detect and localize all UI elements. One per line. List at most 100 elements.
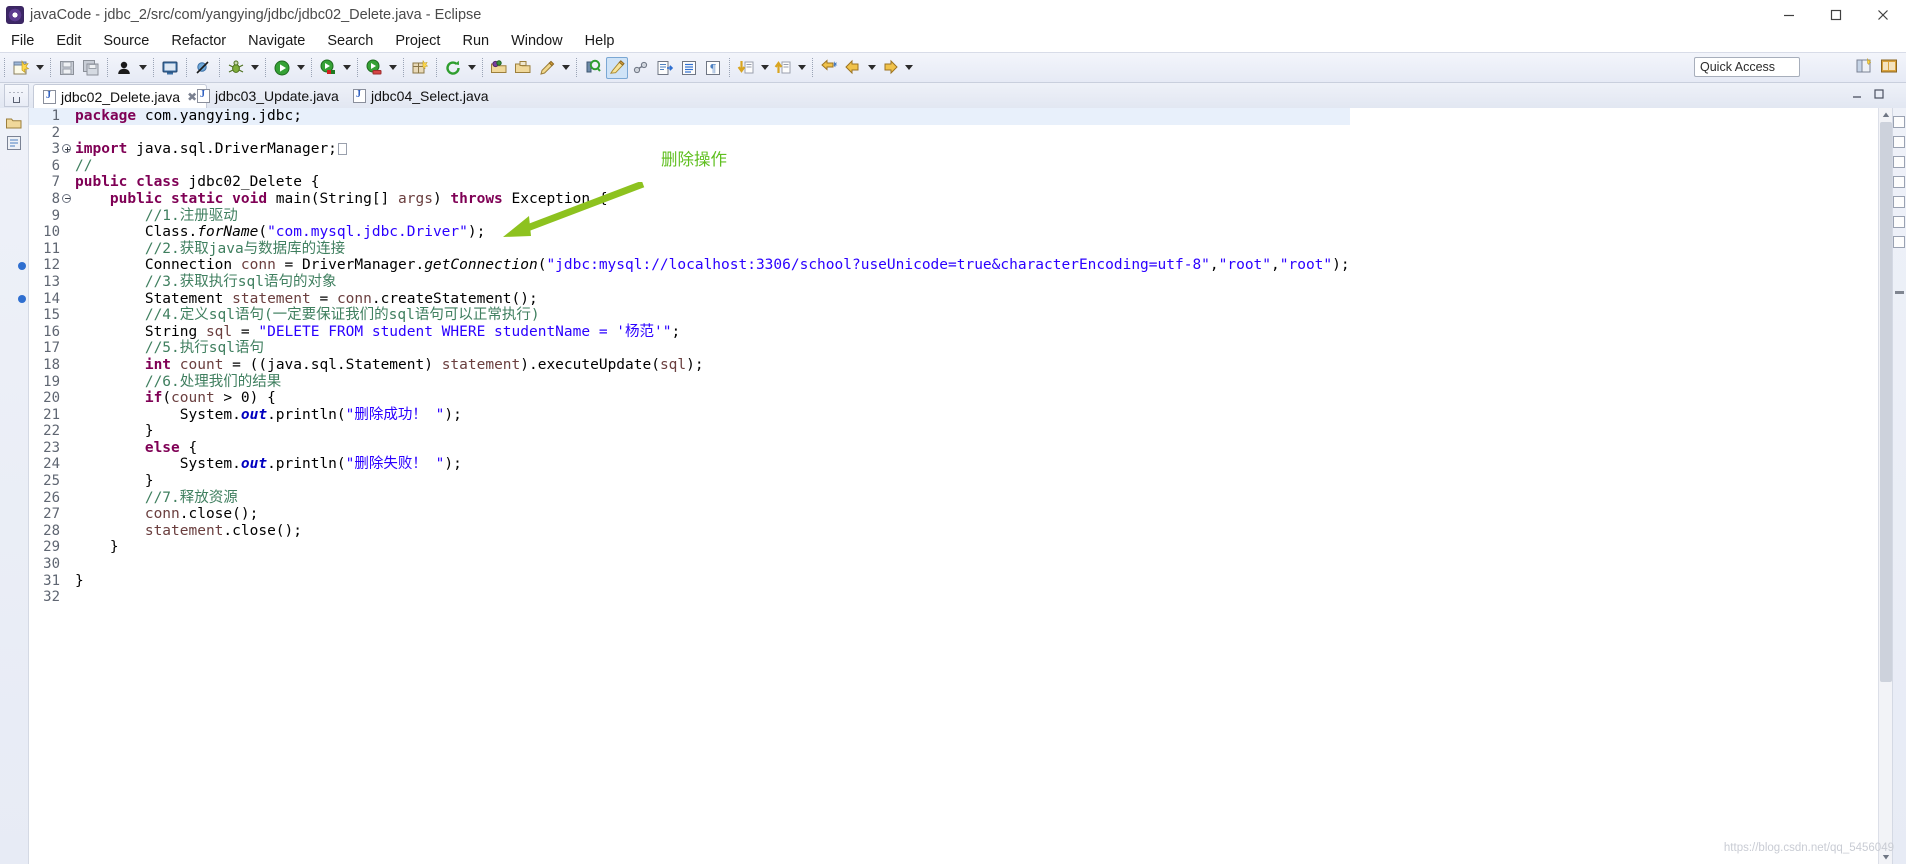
code-line[interactable]: 20 if(count > 0) { xyxy=(29,390,1350,407)
overview-marker-icon[interactable] xyxy=(1893,196,1905,208)
back-dropdown-icon[interactable] xyxy=(865,57,878,79)
next-annotation-icon[interactable] xyxy=(735,57,757,79)
overview-marker-icon[interactable] xyxy=(1893,156,1905,168)
fold-marker[interactable] xyxy=(61,291,75,308)
fold-marker[interactable] xyxy=(61,125,75,142)
refresh-dropdown-icon[interactable] xyxy=(465,57,478,79)
code-line[interactable]: 14 Statement statement = conn.createStat… xyxy=(18,291,1350,308)
minimize-editor-icon[interactable] xyxy=(1850,87,1864,101)
person-dropdown-icon[interactable] xyxy=(136,57,149,79)
code-line[interactable]: 12 Connection conn = DriverManager.getCo… xyxy=(18,257,1350,274)
code-line[interactable]: 9 //1.注册驱动 xyxy=(29,208,1350,225)
maximize-editor-icon[interactable] xyxy=(1872,87,1886,101)
tab-jdbc03-update[interactable]: jdbc03_Update.java xyxy=(188,84,348,108)
save-icon[interactable] xyxy=(56,57,78,79)
code-line[interactable]: 26 //7.释放资源 xyxy=(29,490,1350,507)
menu-run[interactable]: Run xyxy=(451,30,500,52)
menu-refactor[interactable]: Refactor xyxy=(160,30,237,52)
refresh-icon[interactable] xyxy=(442,57,464,79)
code-line[interactable]: 10 Class.forName("com.mysql.jdbc.Driver"… xyxy=(29,224,1350,241)
code-line[interactable]: 32 xyxy=(29,589,1350,606)
quick-access-input[interactable]: Quick Access xyxy=(1694,57,1800,77)
menu-window[interactable]: Window xyxy=(500,30,574,52)
code-line[interactable]: 19 //6.处理我们的结果 xyxy=(29,374,1350,391)
overview-marker-icon[interactable] xyxy=(1893,176,1905,188)
link-icon[interactable] xyxy=(630,57,652,79)
last-edit-icon[interactable] xyxy=(818,57,840,79)
overview-marker-icon[interactable] xyxy=(1893,116,1905,128)
fold-marker[interactable] xyxy=(61,357,75,374)
code-line[interactable]: 22 } xyxy=(29,423,1350,440)
code-scroll-area[interactable]: 1 package com.yangying.jdbc; 2 3 import java… xyxy=(0,108,1906,864)
code-line[interactable]: 31} xyxy=(29,573,1350,590)
menu-help[interactable]: Help xyxy=(574,30,626,52)
new-wizard-icon[interactable] xyxy=(10,57,32,79)
fold-marker[interactable] xyxy=(61,473,75,490)
code-line[interactable]: 29 } xyxy=(29,539,1350,556)
fold-marker[interactable] xyxy=(61,423,75,440)
fold-marker[interactable] xyxy=(61,440,75,457)
fold-marker[interactable] xyxy=(61,141,75,158)
overview-marker-icon[interactable] xyxy=(1893,216,1905,228)
fold-marker[interactable] xyxy=(61,324,75,341)
code-line[interactable]: 17 //5.执行sql语句 xyxy=(29,340,1350,357)
scrollbar-thumb[interactable] xyxy=(1880,122,1892,682)
close-button[interactable] xyxy=(1859,0,1906,30)
fold-marker[interactable] xyxy=(61,407,75,424)
save-all-icon[interactable] xyxy=(80,57,102,79)
fold-marker[interactable] xyxy=(61,224,75,241)
external-tools-icon[interactable] xyxy=(363,57,385,79)
toggle-block-icon[interactable] xyxy=(678,57,700,79)
debug-icon[interactable] xyxy=(225,57,247,79)
next-edit-icon[interactable] xyxy=(654,57,676,79)
fold-marker[interactable] xyxy=(61,490,75,507)
annotate-icon[interactable] xyxy=(536,57,558,79)
console-icon[interactable] xyxy=(159,57,181,79)
breakpoint-marker-icon[interactable] xyxy=(18,261,26,270)
fold-collapse-icon[interactable] xyxy=(62,193,71,203)
code-line[interactable]: 1 package com.yangying.jdbc; xyxy=(29,108,1350,125)
fold-marker[interactable] xyxy=(61,523,75,540)
previous-annotation-icon[interactable] xyxy=(772,57,794,79)
code-line[interactable]: 13 //3.获取执行sql语句的对象 xyxy=(29,274,1350,291)
fold-marker[interactable] xyxy=(61,573,75,590)
back-icon[interactable] xyxy=(842,57,864,79)
fold-marker[interactable] xyxy=(61,456,75,473)
pilcrow-icon[interactable]: ¶ xyxy=(702,57,724,79)
overview-ruler-mark[interactable] xyxy=(1895,291,1904,294)
code-line[interactable]: 7 public class jdbc02_Delete { xyxy=(29,174,1350,191)
code-line[interactable]: 24 System.out.println("删除失败！ "); xyxy=(29,456,1350,473)
previous-annotation-dropdown-icon[interactable] xyxy=(795,57,808,79)
code-line[interactable]: 30 xyxy=(29,556,1350,573)
fold-marker[interactable] xyxy=(61,374,75,391)
editor-view-menu-icon[interactable]: ···· xyxy=(4,84,29,107)
fold-marker[interactable] xyxy=(61,257,75,274)
run-icon[interactable] xyxy=(271,57,293,79)
code-line[interactable]: 21 System.out.println("删除成功！ "); xyxy=(29,407,1350,424)
menu-navigate[interactable]: Navigate xyxy=(237,30,316,52)
editor-vertical-scrollbar[interactable] xyxy=(1878,108,1892,864)
fold-marker[interactable] xyxy=(61,539,75,556)
menu-source[interactable]: Source xyxy=(92,30,160,52)
search-icon[interactable] xyxy=(582,57,604,79)
minimize-button[interactable] xyxy=(1765,0,1812,30)
fold-marker[interactable] xyxy=(61,390,75,407)
menu-project[interactable]: Project xyxy=(384,30,451,52)
open-perspective-icon[interactable] xyxy=(1853,55,1875,77)
menu-search[interactable]: Search xyxy=(316,30,384,52)
new-wizard-dropdown-icon[interactable] xyxy=(33,57,46,79)
menu-file[interactable]: File xyxy=(0,30,45,52)
open-task-icon[interactable] xyxy=(512,57,534,79)
annotate-dropdown-icon[interactable] xyxy=(559,57,572,79)
external-tools-dropdown-icon[interactable] xyxy=(386,57,399,79)
code-line[interactable]: 16 String sql = "DELETE FROM student WHE… xyxy=(29,324,1350,341)
open-type-icon[interactable] xyxy=(488,57,510,79)
person-icon[interactable] xyxy=(113,57,135,79)
forward-icon[interactable] xyxy=(879,57,901,79)
fold-marker[interactable] xyxy=(61,158,75,175)
code-line[interactable]: 27 conn.close(); xyxy=(29,506,1350,523)
code-line[interactable]: 25 } xyxy=(29,473,1350,490)
code-line[interactable]: 18 int count = ((java.sql.Statement) sta… xyxy=(29,357,1350,374)
code-editor[interactable]: 1 package com.yangying.jdbc; 2 3 import java… xyxy=(0,108,1906,864)
collapsed-import-box[interactable] xyxy=(337,143,347,156)
